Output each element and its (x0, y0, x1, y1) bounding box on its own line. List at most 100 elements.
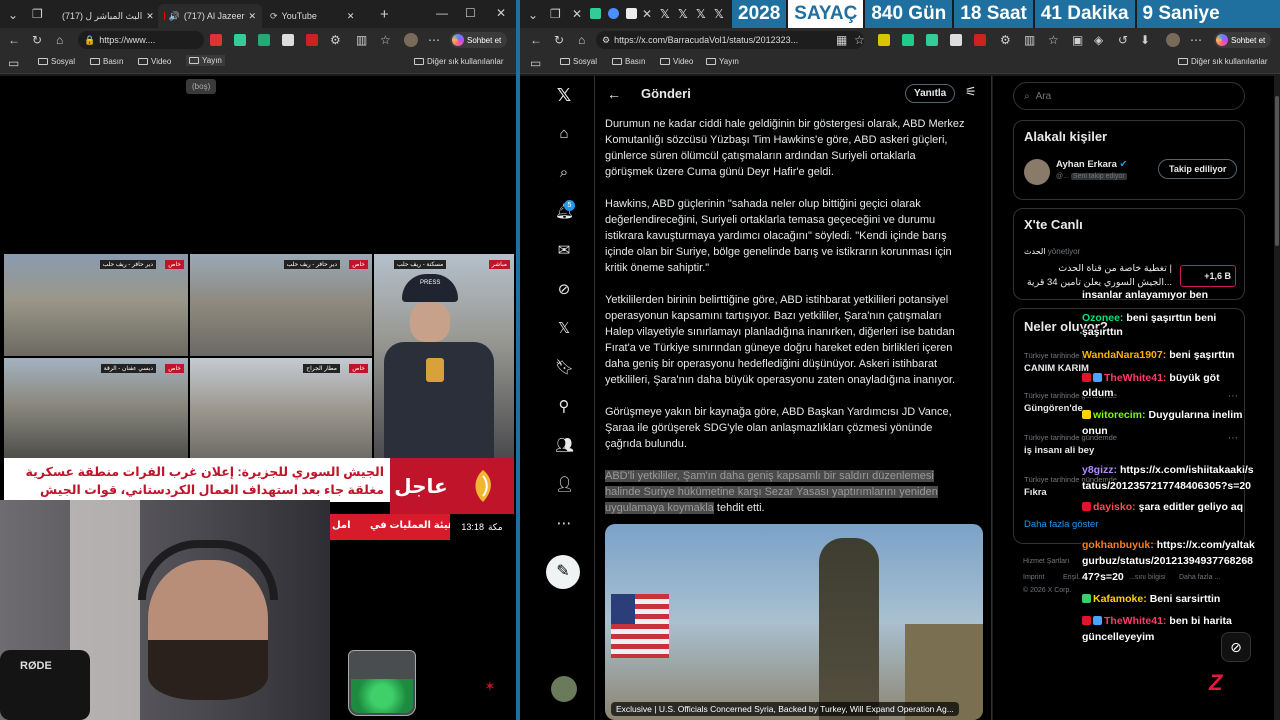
reader-icon[interactable]: ▦ (836, 33, 847, 47)
bookmark-other[interactable]: Diğer sık kullanılanlar (414, 57, 503, 66)
bookmark-video[interactable]: Video (138, 57, 171, 66)
sidebar-icon[interactable]: ▭ (8, 56, 19, 70)
back-arrow-icon[interactable]: ← (607, 86, 621, 102)
tab-aljazeera[interactable]: 🔊 (717) Al Jazeer ✕ (158, 4, 262, 28)
x-logo-icon[interactable]: 𝕏 (714, 7, 724, 21)
bookmark-video[interactable]: Video (660, 57, 693, 66)
copilot-button[interactable]: Sohbet et (1214, 32, 1272, 48)
premium-icon[interactable]: 𝕏 (555, 320, 573, 338)
home-icon[interactable]: ⌂ (555, 125, 573, 143)
x-tab-icon[interactable]: ✕ (572, 7, 582, 21)
scrollbar-thumb[interactable] (1275, 96, 1279, 246)
extension-icon[interactable] (234, 34, 246, 46)
live-listeners[interactable]: +1,6 B (1180, 265, 1236, 287)
x-logo-icon[interactable]: 𝕏 (696, 7, 706, 21)
live-host[interactable]: الحدث yönetiyor (1024, 247, 1080, 256)
extension-icon[interactable] (878, 34, 890, 46)
close-icon[interactable]: ✕ (347, 11, 355, 22)
trend-item[interactable]: Fıkra (1024, 487, 1047, 498)
extension-icon[interactable] (950, 34, 962, 46)
tab-actions-icon[interactable]: ⌄ (528, 8, 538, 22)
new-tab-icon[interactable]: + (380, 6, 389, 23)
extension-icon[interactable] (258, 34, 270, 46)
home-icon[interactable]: ⌂ (56, 33, 63, 47)
refresh-icon[interactable]: ↻ (32, 33, 42, 47)
minimize-icon[interactable]: — (436, 6, 448, 20)
bookmark-other[interactable]: Diğer sık kullanılanlar (1178, 57, 1267, 66)
collections-icon[interactable]: ▣ (1072, 33, 1083, 47)
search-icon[interactable]: ⌕ (555, 164, 573, 182)
sidebar-icon[interactable]: ▭ (530, 56, 541, 70)
extensions-icon[interactable]: ⚙ (1000, 33, 1011, 47)
compose-button[interactable]: ✎ (546, 555, 580, 589)
more-icon[interactable]: ⋯ (428, 33, 440, 47)
tab-actions-icon[interactable]: ⌄ (8, 8, 18, 22)
reply-button[interactable]: Yanıtla (905, 84, 956, 103)
bookmark-sosyal[interactable]: Sosyal (38, 57, 75, 66)
close-icon[interactable]: ✕ (248, 11, 256, 22)
close-window-icon[interactable]: ✕ (496, 6, 506, 20)
bookmark-sosyal[interactable]: Sosyal (560, 57, 597, 66)
x-logo-icon[interactable]: 𝕏 (678, 7, 688, 21)
trend-item[interactable]: Güngören'de (1024, 403, 1083, 414)
footer-link[interactable]: Erişil... (1063, 574, 1084, 581)
search-input[interactable]: ⌕ Ara (1013, 82, 1245, 110)
x-logo-icon[interactable]: 𝕏 (555, 86, 573, 104)
mail-icon[interactable]: ✉ (555, 242, 573, 260)
bookmark-basin[interactable]: Basın (90, 57, 123, 66)
settings-sliders-icon[interactable]: ⚟ (965, 84, 977, 100)
account-avatar[interactable] (551, 676, 577, 702)
avatar[interactable] (404, 33, 418, 47)
communities-icon[interactable]: 👥︎ (555, 437, 574, 455)
downloads-icon[interactable]: ⬇ (1140, 33, 1150, 47)
extension-icon[interactable] (926, 34, 938, 46)
x-logo-icon[interactable]: 𝕏 (660, 7, 670, 21)
back-icon[interactable]: ← (8, 33, 20, 47)
left-url-field[interactable]: 🔒 https://www.... (78, 31, 204, 49)
avatar[interactable] (1024, 159, 1050, 185)
split-screen-icon[interactable]: ▥ (356, 33, 367, 47)
maximize-icon[interactable]: ☐ (465, 6, 476, 20)
bookmark-yayin[interactable]: Yayın (706, 57, 739, 66)
favorites-icon[interactable]: ☆ (380, 33, 391, 47)
home-icon[interactable]: ⌂ (578, 33, 585, 47)
extension-icon[interactable] (306, 34, 318, 46)
workspaces-icon[interactable]: ❐ (32, 7, 43, 21)
close-icon[interactable]: ✕ (642, 7, 652, 21)
refresh-icon[interactable]: ↻ (554, 33, 564, 47)
extension-icon[interactable] (210, 34, 222, 46)
related-user-name[interactable]: Ayhan Erkara ✔ (1056, 159, 1128, 170)
extensions-icon[interactable]: ⚙ (330, 33, 341, 47)
jobs-icon[interactable]: ⚲ (555, 398, 573, 416)
tab-youtube[interactable]: ⟳ YouTube ✕ (264, 4, 374, 28)
bookmark-basin[interactable]: Basın (612, 57, 645, 66)
extension-icon[interactable] (974, 34, 986, 46)
tab-live-aljazeera[interactable]: (717) البث المباشر ل ✕ (52, 4, 156, 28)
extension-icon[interactable] (282, 34, 294, 46)
extension-icon[interactable] (902, 34, 914, 46)
history-icon[interactable]: ↺ (1118, 33, 1128, 47)
more-circle-icon[interactable]: ⋯ (555, 515, 573, 533)
avatar[interactable] (1166, 33, 1180, 47)
back-icon[interactable]: ← (530, 33, 542, 47)
right-url-field[interactable]: ⚙ https://x.com/BarracudaVol1/status/2012… (596, 31, 864, 49)
follow-button[interactable]: Takip ediliyor (1158, 159, 1238, 179)
favorites-icon[interactable]: ☆ (1048, 33, 1059, 47)
trend-item[interactable]: CANIM KARIM (1024, 363, 1089, 374)
shield-icon[interactable]: ◈ (1094, 33, 1103, 47)
tab-favicon[interactable] (626, 8, 637, 19)
profile-icon[interactable]: 👤︎ (555, 476, 574, 494)
footer-link[interactable]: Imprint (1023, 574, 1044, 581)
close-icon[interactable]: ✕ (146, 11, 154, 22)
workspaces-icon[interactable]: ❐ (550, 7, 561, 21)
footer-link[interactable]: Hizmet Şartları (1023, 558, 1069, 565)
grok-icon[interactable]: ⊘ (555, 281, 573, 299)
copilot-button[interactable]: Sohbet et (450, 32, 508, 48)
tab-favicon[interactable] (608, 8, 619, 19)
split-screen-icon[interactable]: ▥ (1024, 33, 1035, 47)
bookmark-icon[interactable]: 🔖︎ (555, 359, 574, 377)
speaker-icon[interactable]: 🔊 (169, 11, 180, 22)
favorite-icon[interactable]: ☆ (854, 33, 865, 47)
bookmark-yayin[interactable]: Yayın (186, 55, 225, 66)
post-image[interactable]: Exclusive | U.S. Officials Concerned Syr… (605, 524, 983, 720)
